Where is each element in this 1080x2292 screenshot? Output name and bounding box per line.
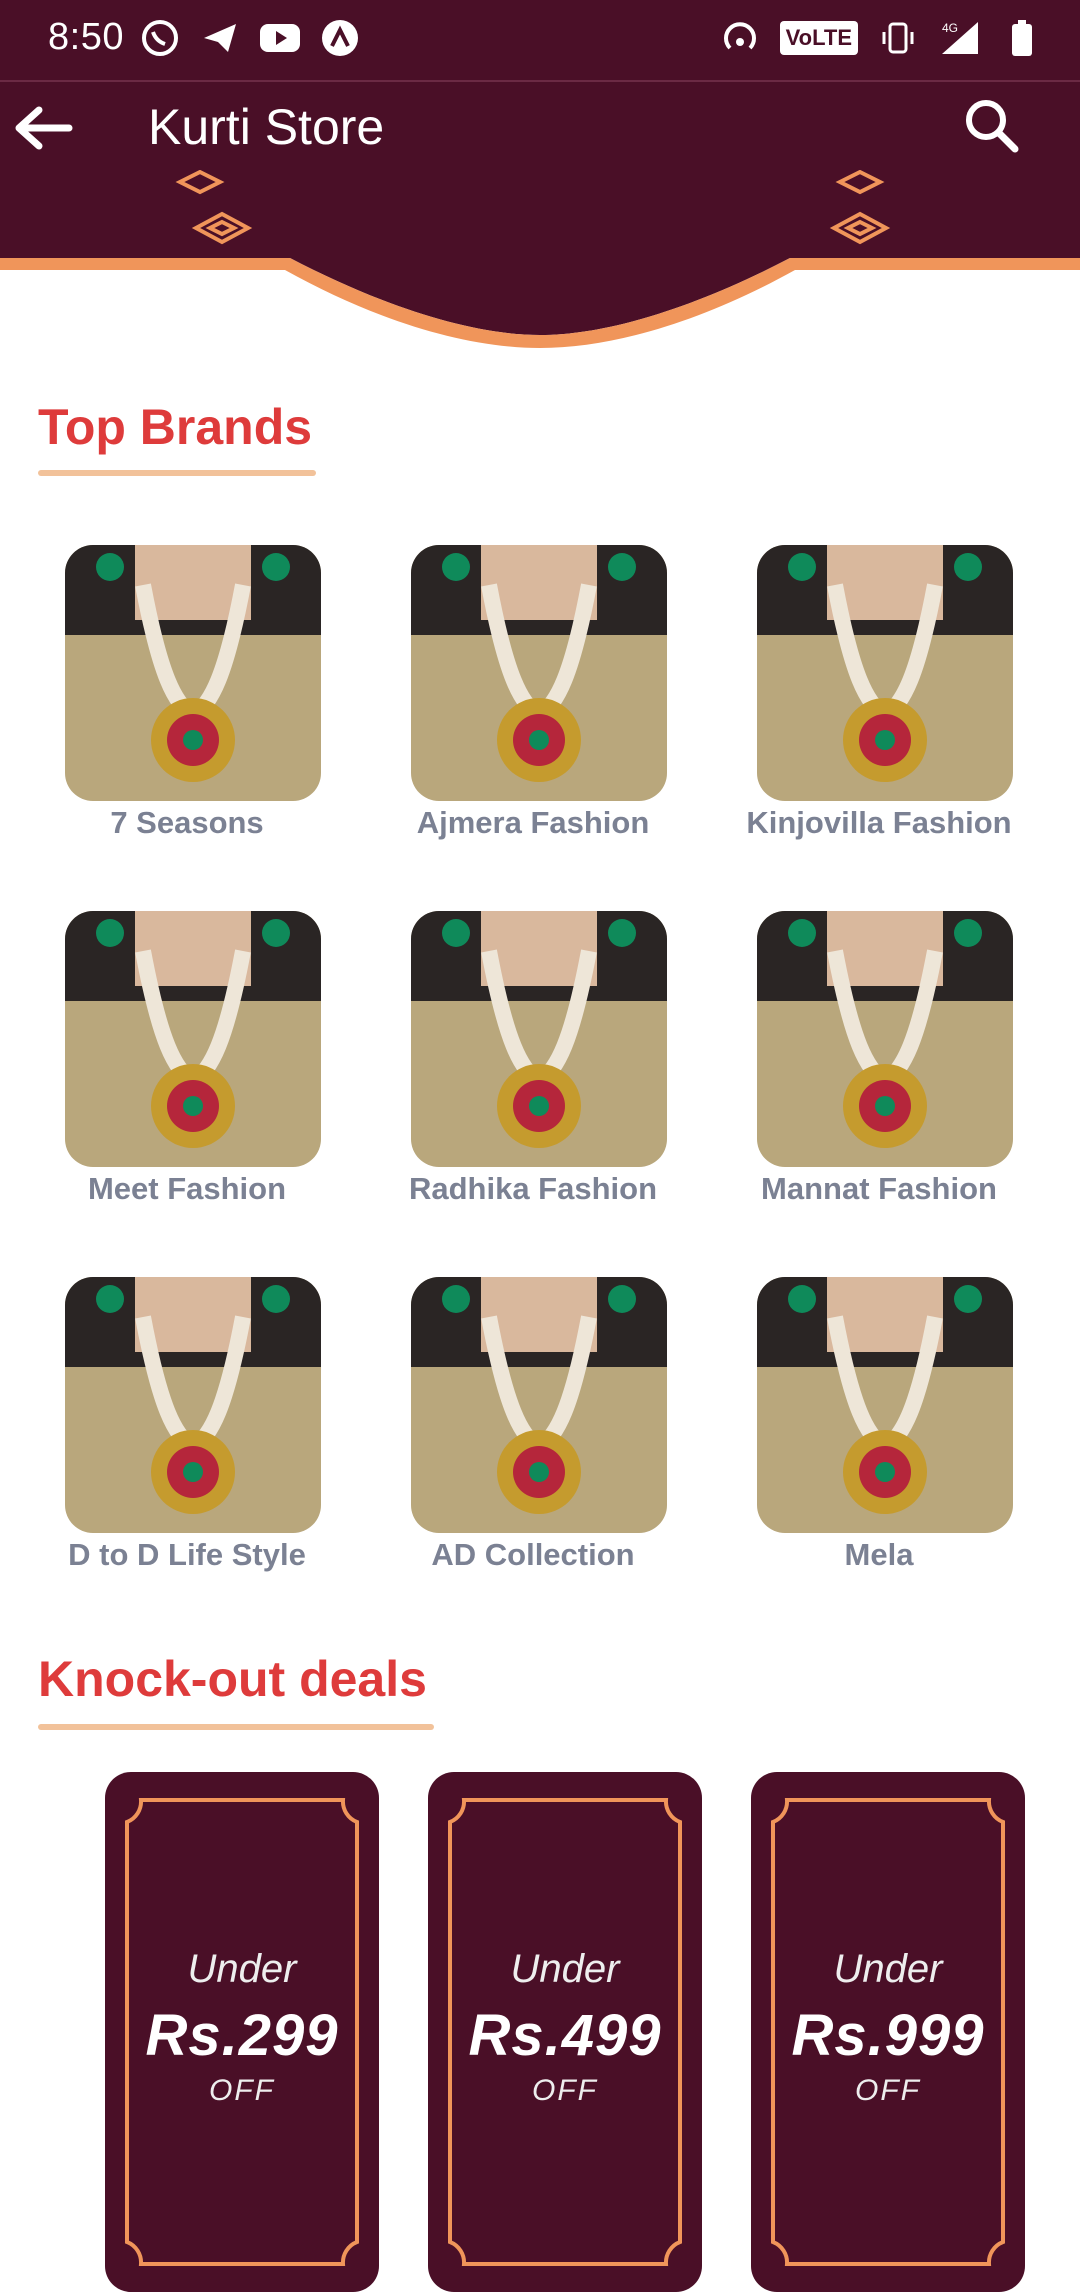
status-bar: 8:50 VoLTE 4G (0, 0, 1080, 80)
brand-image (411, 911, 667, 1167)
deal-under-label: Under (510, 1947, 620, 1991)
brand-name: Radhika Fashion (408, 1171, 658, 1206)
brand-image (757, 545, 1013, 801)
deal-price: Rs.999 (791, 2003, 985, 2068)
deal-price: Rs.499 (468, 2003, 662, 2068)
brand-name: Mannat Fashion (761, 1171, 997, 1206)
back-button[interactable] (8, 100, 78, 156)
telegram-icon (198, 16, 242, 60)
knockout-deals-title: Knock-out deals (38, 1651, 427, 1707)
arrow-app-icon (318, 16, 362, 60)
deal-off-label: OFF (532, 2074, 598, 2107)
svg-text:4G: 4G (942, 21, 958, 35)
deal-card[interactable]: Under Rs.499 OFF (428, 1772, 702, 2292)
arrow-left-icon (15, 106, 73, 150)
header-decoration (0, 170, 1080, 348)
brand-name: Meet Fashion (87, 1171, 287, 1206)
battery-icon (1000, 16, 1044, 60)
deal-price: Rs.299 (145, 2003, 339, 2068)
app-bar: Kurti Store (0, 80, 1080, 174)
deal-under-label: Under (833, 1947, 943, 1991)
deal-under-label: Under (187, 1947, 297, 1991)
brand-image (757, 911, 1013, 1167)
brand-image (411, 1277, 667, 1533)
brand-card[interactable]: Mela (729, 1277, 1029, 1597)
youtube-icon (258, 16, 302, 60)
vibrate-icon (876, 16, 920, 60)
brand-name: 7 Seasons (110, 805, 264, 840)
brand-card[interactable]: 7 Seasons (37, 545, 337, 865)
brand-card[interactable]: Radhika Fashion (383, 911, 683, 1231)
brand-card[interactable]: Ajmera Fashion (383, 545, 683, 865)
brand-card[interactable]: Mannat Fashion (729, 911, 1029, 1231)
deal-card[interactable]: Under Rs.299 OFF (105, 1772, 379, 2292)
brand-image (65, 911, 321, 1167)
signal-4g-icon: 4G (938, 16, 982, 60)
brand-name: Ajmera Fashion (416, 805, 650, 840)
brand-image (411, 545, 667, 801)
brand-name: D to D Life Style (68, 1537, 306, 1572)
brand-name: Kinjovilla Fashion (746, 805, 1012, 840)
deal-off-label: OFF (855, 2074, 921, 2107)
brand-card[interactable]: D to D Life Style (37, 1277, 337, 1597)
page-title: Kurti Store (148, 99, 385, 155)
brand-card[interactable]: Kinjovilla Fashion (729, 545, 1029, 865)
brand-name: AD Collection (431, 1537, 635, 1572)
brand-image (65, 1277, 321, 1533)
brand-image (757, 1277, 1013, 1533)
whatsapp-icon (138, 16, 182, 60)
search-icon (966, 100, 1019, 153)
brand-name: Mela (844, 1537, 914, 1572)
top-brands-underline (38, 470, 316, 476)
search-button[interactable] (958, 92, 1024, 158)
hotspot-icon (718, 16, 762, 60)
brand-image (65, 545, 321, 801)
status-time: 8:50 (48, 16, 124, 58)
deal-card[interactable]: Under Rs.999 OFF (751, 1772, 1025, 2292)
knockout-deals-underline (38, 1724, 434, 1730)
top-brands-title: Top Brands (38, 399, 313, 455)
volte-badge: VoLTE (779, 21, 858, 55)
brand-card[interactable]: Meet Fashion (37, 911, 337, 1231)
deal-off-label: OFF (209, 2074, 275, 2107)
brand-card[interactable]: AD Collection (383, 1277, 683, 1597)
